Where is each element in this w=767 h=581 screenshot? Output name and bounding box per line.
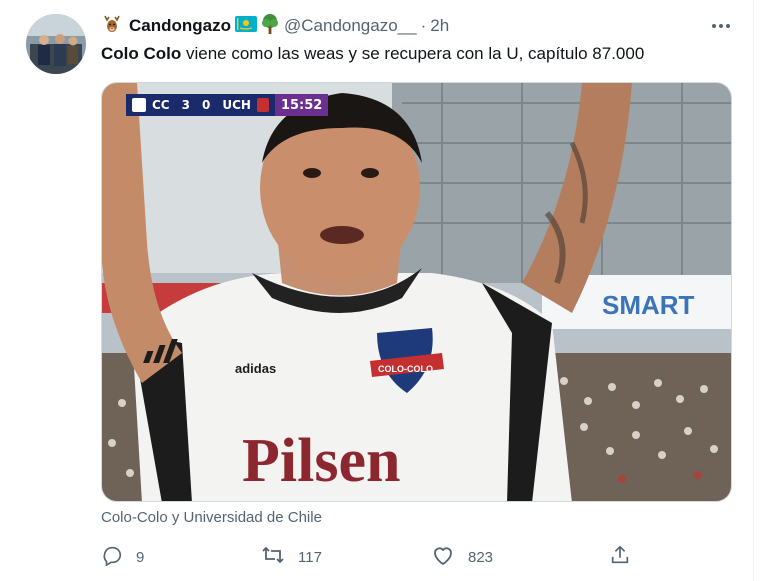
more-icon[interactable]	[708, 18, 734, 34]
reply-button[interactable]: 9	[101, 543, 144, 571]
kazakhstan-flag-icon	[235, 15, 257, 37]
home-team: CC	[152, 98, 170, 112]
kit-brand: adidas	[235, 361, 276, 376]
tweet-card[interactable]: Candongazo @Candongazo__ · 2h Colo Colo …	[0, 0, 754, 581]
display-name[interactable]: Candongazo	[129, 16, 231, 36]
away-score: 0	[201, 98, 211, 112]
deer-emoji-icon	[101, 14, 123, 39]
retweet-count: 117	[298, 548, 322, 566]
retweet-button[interactable]: 117	[261, 543, 322, 571]
share-button[interactable]	[609, 543, 631, 571]
tweet-media[interactable]: SMART adidas COLO-COLO Pilsen CC 3 0 UCH…	[101, 82, 732, 502]
timestamp[interactable]: 2h	[430, 16, 449, 36]
scoreboard: CC 3 0 UCH 15:52	[126, 94, 329, 116]
tweet-text-rest: viene como las weas y se recupera con la…	[181, 44, 645, 63]
home-crest-icon	[132, 98, 146, 112]
handle[interactable]: @Candongazo__	[284, 16, 417, 36]
tweet-text: Colo Colo viene como las weas y se recup…	[101, 43, 644, 65]
share-icon[interactable]	[609, 544, 631, 570]
away-crest-icon	[256, 98, 269, 112]
like-button[interactable]: 823	[431, 543, 493, 571]
jersey-sponsor: Pilsen	[242, 427, 400, 495]
home-score: 3	[181, 98, 190, 112]
tweet-header: Candongazo @Candongazo__ · 2h	[101, 13, 449, 40]
tree-emoji-icon	[260, 13, 280, 40]
reply-count: 9	[136, 548, 145, 566]
like-count: 823	[468, 548, 494, 566]
separator: ·	[420, 16, 427, 35]
action-bar: 9 117 823	[101, 543, 641, 571]
tweet-text-bold: Colo Colo	[101, 44, 182, 63]
retweet-icon[interactable]	[261, 544, 285, 570]
media-caption: Colo-Colo y Universidad de Chile	[101, 509, 322, 526]
reply-icon[interactable]	[101, 544, 123, 570]
stadium-sign: SMART	[602, 290, 695, 320]
like-icon[interactable]	[431, 544, 455, 570]
avatar[interactable]	[26, 14, 86, 74]
away-team: UCH	[222, 98, 251, 112]
match-clock: 15:52	[280, 97, 323, 113]
crest-text: COLO-COLO	[378, 364, 433, 374]
